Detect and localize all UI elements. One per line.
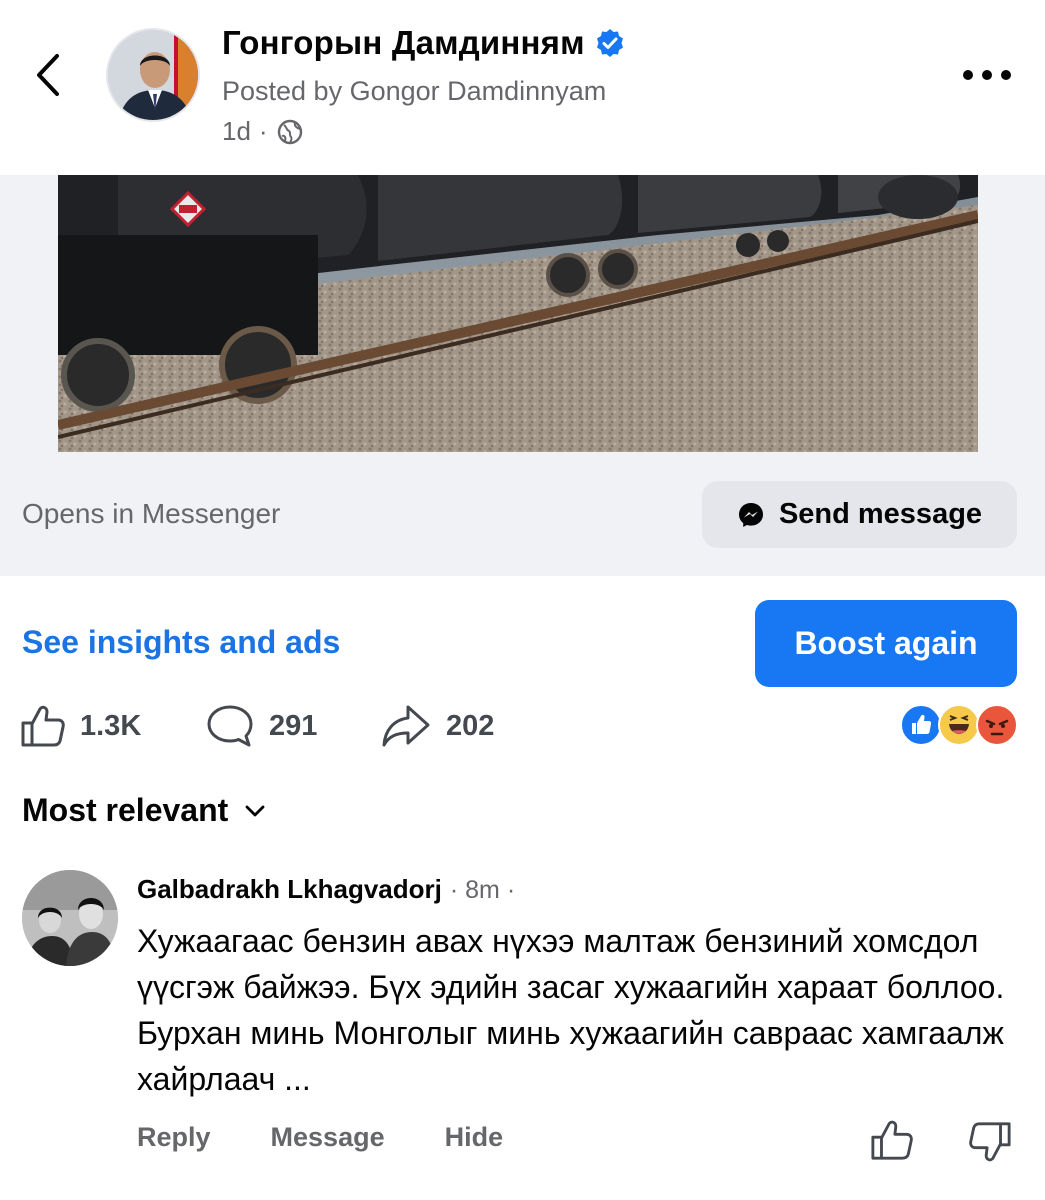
photo-side-left (0, 175, 58, 452)
verified-badge-icon (596, 29, 623, 57)
hide-button[interactable]: Hide (445, 1122, 504, 1153)
posted-by-label: Posted by Gongor Damdinnyam (222, 76, 607, 106)
back-button[interactable] (28, 50, 68, 100)
message-button[interactable]: Message (271, 1122, 385, 1153)
comment-actions: Reply Message Hide (137, 1122, 503, 1153)
send-message-button[interactable]: Send message (702, 481, 1017, 548)
like-count: 1.3K (80, 709, 142, 742)
like-action[interactable]: 1.3K (20, 700, 141, 752)
commenter-name[interactable]: Galbadrakh Lkhagvadorj (137, 874, 442, 905)
author-name[interactable]: Гонгорын Дамдинням (222, 24, 585, 62)
author-avatar[interactable] (106, 28, 200, 122)
thumbs-up-icon (871, 1120, 913, 1160)
post-meta: 1d · (222, 116, 304, 147)
comment-count: 291 (269, 709, 318, 742)
more-horizontal-icon (963, 70, 1011, 80)
boost-again-label: Boost again (794, 625, 978, 661)
comment-bubble-icon (207, 705, 253, 747)
opens-in-messenger-label: Opens in Messenger (22, 498, 281, 529)
comment-text: Хужаагаас бензин авах нүхээ малтаж бензи… (137, 923, 1005, 1097)
comment-time: · 8m · (449, 876, 516, 904)
comment-action[interactable]: 291 (205, 700, 317, 752)
reply-button[interactable]: Reply (137, 1122, 211, 1153)
globe-icon (277, 119, 302, 144)
author-row: Гонгорын Дамдинням (222, 24, 625, 62)
comment-sort-dropdown[interactable]: Most relevant (22, 792, 266, 829)
meta-separator: · (258, 116, 268, 146)
share-arrow-icon (382, 705, 430, 747)
chevron-down-icon (245, 805, 265, 816)
haha-reaction-icon (938, 704, 980, 746)
more-options-button[interactable] (959, 60, 1015, 90)
comment-header: Galbadrakh Lkhagvadorj · 8m · (137, 874, 515, 905)
post-photo[interactable] (58, 175, 978, 452)
sort-label: Most relevant (22, 792, 229, 828)
chevron-left-icon (37, 54, 59, 96)
comment-like-button[interactable] (870, 1118, 914, 1162)
commenter-avatar[interactable] (22, 870, 118, 966)
see-insights-link[interactable]: See insights and ads (22, 624, 340, 661)
messenger-icon (738, 502, 763, 527)
boost-again-button[interactable]: Boost again (755, 600, 1017, 687)
thumbs-up-icon (21, 705, 65, 747)
photo-side-right (978, 175, 1045, 452)
angry-reaction-icon (976, 704, 1018, 746)
share-action[interactable]: 202 (380, 700, 494, 752)
like-reaction-icon (900, 704, 942, 746)
post-header: Гонгорын Дамдинням Posted by Gongor Damd… (0, 0, 1045, 175)
send-message-label: Send message (778, 498, 983, 530)
reaction-summary[interactable] (900, 704, 1020, 750)
post-time[interactable]: 1d (222, 116, 251, 147)
thumbs-down-icon (969, 1122, 1011, 1162)
comment-dislike-button[interactable] (968, 1120, 1012, 1164)
share-count: 202 (446, 709, 495, 742)
